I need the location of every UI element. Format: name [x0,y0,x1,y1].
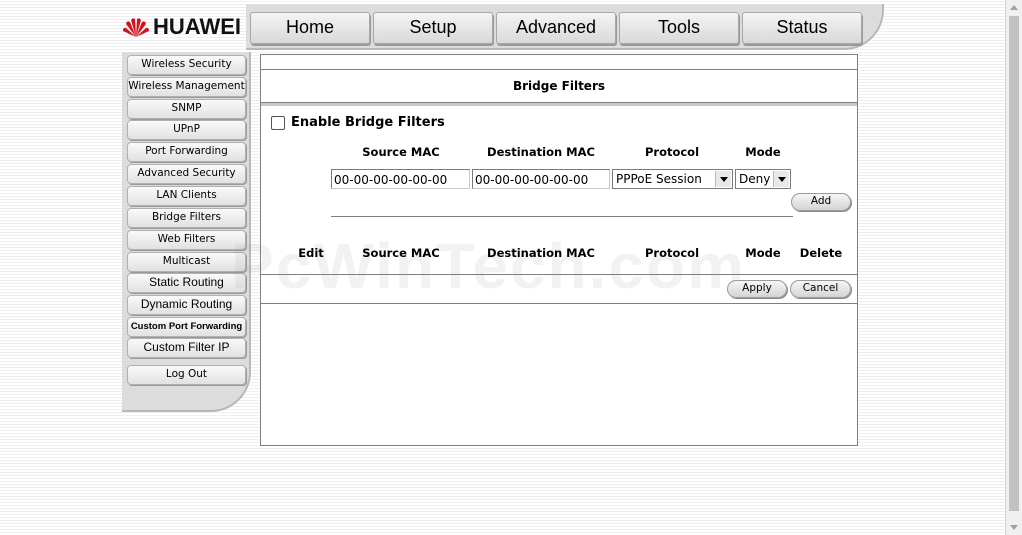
bridge-filters-panel: Bridge Filters Enable Bridge Filters Sou… [231,54,858,446]
tab-status[interactable]: Status [742,12,862,44]
sidebar: Wireless Security Wireless Management SN… [122,52,251,412]
apply-button[interactable]: Apply [727,280,787,298]
protocol-selected-value: PPPoE Session [616,172,702,186]
tab-tools[interactable]: Tools [619,12,739,44]
sidebar-item-port-forwarding[interactable]: Port Forwarding [127,142,246,162]
sidebar-item-multicast[interactable]: Multicast [127,252,246,272]
page-title: Bridge Filters [261,69,857,103]
sidebar-item-static-routing[interactable]: Static Routing [127,273,246,293]
title-divider [261,103,857,106]
form-header-mode: Mode [745,145,781,159]
sidebar-item-dynamic-routing[interactable]: Dynamic Routing [127,295,246,315]
sidebar-item-lan-clients[interactable]: LAN Clients [127,186,246,206]
enable-bridge-filters-label: Enable Bridge Filters [291,115,445,130]
sidebar-item-wireless-security[interactable]: Wireless Security [127,55,246,75]
mode-selected-value: Deny [739,172,771,186]
huawei-petal-icon [123,18,149,37]
sidebar-item-upnp[interactable]: UPnP [127,120,246,140]
form-header-protocol: Protocol [644,145,700,159]
vertical-scrollbar[interactable] [1005,0,1022,535]
scrollbar-thumb[interactable] [1009,16,1019,511]
sidebar-item-advanced-security[interactable]: Advanced Security [127,164,246,184]
sidebar-item-bridge-filters[interactable]: Bridge Filters [127,208,246,228]
chevron-down-icon [773,171,789,187]
brand-name: HUAWEI [153,14,241,39]
huawei-logo: HUAWEI [122,12,241,42]
tab-home[interactable]: Home [250,12,370,44]
tab-advanced[interactable]: Advanced [496,12,616,44]
scroll-up-icon[interactable] [1010,5,1018,10]
enable-row: Enable Bridge Filters [271,115,445,130]
table-bottom-line [261,274,857,275]
table-header-destination-mac: Destination MAC [487,246,595,260]
form-header-source-mac: Source MAC [362,145,440,159]
table-header-mode: Mode [745,246,781,260]
table-header-source-mac: Source MAC [362,246,440,260]
form-divider [331,216,793,217]
chevron-down-icon [715,171,731,187]
table-header-protocol: Protocol [644,246,700,260]
destination-mac-input[interactable]: 00-00-00-00-00-00 [472,169,610,189]
scroll-down-icon[interactable] [1010,525,1018,530]
watermark: PcWinTech.com [231,230,746,302]
logout-button[interactable]: Log Out [127,365,246,385]
protocol-select[interactable]: PPPoE Session [612,169,733,189]
page-background: HUAWEI Home Setup Advanced Tools Status … [0,0,1005,535]
tab-setup[interactable]: Setup [373,12,493,44]
cancel-button[interactable]: Cancel [790,280,851,298]
sidebar-item-web-filters[interactable]: Web Filters [127,230,246,250]
sidebar-item-wireless-management[interactable]: Wireless Management [127,77,246,97]
form-header-destination-mac: Destination MAC [487,145,595,159]
sidebar-item-custom-port-forwarding[interactable]: Custom Port Forwarding [127,317,246,337]
sidebar-item-snmp[interactable]: SNMP [127,99,246,119]
panel-section-line [261,303,857,304]
sidebar-item-custom-filter-ip[interactable]: Custom Filter IP [127,338,246,358]
mode-select[interactable]: Deny [735,169,791,189]
table-header-delete: Delete [799,246,843,260]
enable-bridge-filters-checkbox[interactable] [271,115,285,130]
top-navigation: Home Setup Advanced Tools Status [246,4,884,50]
source-mac-input[interactable]: 00-00-00-00-00-00 [331,169,470,189]
add-button[interactable]: Add [791,193,851,211]
